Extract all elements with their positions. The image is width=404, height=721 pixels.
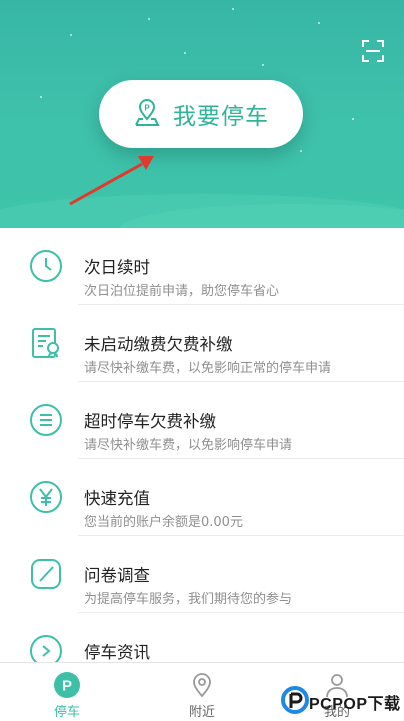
service-title: 超时停车欠费补缴 (84, 412, 216, 431)
list-icon (29, 403, 63, 437)
arrow-pointer-icon (69, 156, 154, 206)
news-icon (29, 634, 63, 662)
yen-icon (29, 480, 63, 514)
svg-text:P: P (144, 104, 150, 113)
service-subtitle: 您当前的账户余额是0.00元 (84, 515, 243, 530)
service-subtitle: 请尽快补缴车费，以免影响正常的停车申请 (84, 361, 332, 376)
service-subtitle: 次日泊位提前申请，助您停车省心 (84, 284, 280, 299)
bill-icon (29, 326, 63, 360)
tab-nearby[interactable]: 附近 (135, 663, 269, 721)
service-list: 次日续时 次日泊位提前申请，助您停车省心 未启动缴费欠费补缴 请尽快补缴车费，以… (0, 228, 404, 662)
service-item-news[interactable]: 停车资讯 (0, 613, 404, 662)
tab-label: 停车 (53, 705, 80, 720)
pcpop-logo-icon (281, 685, 309, 718)
service-item-overtime[interactable]: 超时停车欠费补缴 请尽快补缴车费，以免影响停车申请 (0, 382, 404, 459)
park-button-label: 我要停车 (173, 104, 269, 130)
service-title: 未启动缴费欠费补缴 (84, 335, 233, 354)
service-title: 快速充值 (84, 489, 150, 508)
tab-label: 附近 (188, 705, 215, 720)
service-item-next-day[interactable]: 次日续时 次日泊位提前申请，助您停车省心 (0, 228, 404, 305)
parking-icon: P (54, 672, 80, 698)
location-parking-icon: P (133, 97, 161, 131)
clock-icon (29, 249, 63, 283)
scan-icon[interactable] (362, 40, 384, 62)
location-pin-icon (189, 672, 215, 698)
pcpop-watermark: PCPOP下载 (281, 683, 404, 720)
service-item-recharge[interactable]: 快速充值 您当前的账户余额是0.00元 (0, 459, 404, 536)
park-now-button[interactable]: P 我要停车 (99, 80, 303, 148)
svg-text:P: P (62, 678, 72, 695)
service-item-unpaid-start[interactable]: 未启动缴费欠费补缴 请尽快补缴车费，以免影响正常的停车申请 (0, 305, 404, 382)
service-title: 次日续时 (84, 258, 150, 277)
service-title: 停车资讯 (84, 643, 150, 662)
service-item-survey[interactable]: 问卷调查 为提高停车服务，我们期待您的参与 (0, 536, 404, 613)
tab-parking[interactable]: P 停车 (0, 663, 134, 721)
service-subtitle: 为提高停车服务，我们期待您的参与 (84, 592, 293, 607)
survey-pen-icon (29, 557, 63, 591)
service-title: 问卷调查 (84, 566, 150, 585)
service-subtitle: 请尽快补缴车费，以免影响停车申请 (84, 438, 293, 453)
watermark-text: PCPOP下载 (309, 695, 401, 713)
